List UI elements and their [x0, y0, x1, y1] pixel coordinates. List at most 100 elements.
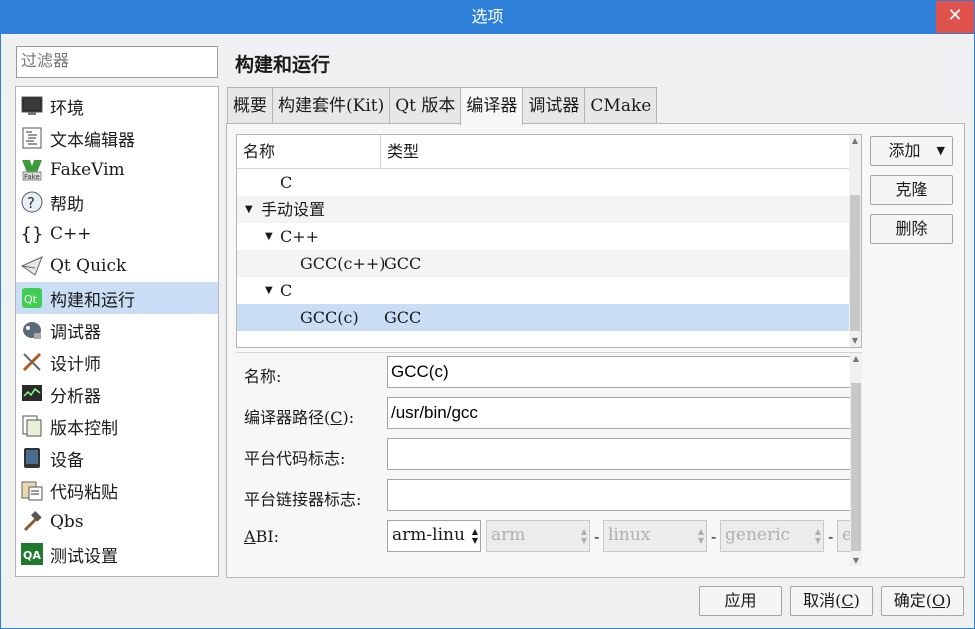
- category-test-settings[interactable]: QA 测试设置: [16, 538, 218, 570]
- abi-architecture-select: arm ▲ ▼: [486, 520, 590, 552]
- category-label: 构建和运行: [50, 290, 135, 311]
- svg-text:?: ?: [27, 194, 35, 212]
- qa-icon: QA: [20, 542, 44, 566]
- scroll-down-icon[interactable]: ▼: [850, 555, 862, 566]
- add-button[interactable]: 添加 ▼: [870, 136, 953, 166]
- header-name[interactable]: 名称: [237, 135, 381, 169]
- tree-row[interactable]: ▼ C: [237, 277, 849, 304]
- help-icon: ?: [20, 190, 44, 214]
- close-icon: ✕: [947, 5, 963, 26]
- abi-label: ABI:: [244, 527, 280, 546]
- scroll-down-icon[interactable]: ▼: [849, 335, 861, 347]
- hammer-icon: [20, 510, 44, 534]
- category-text-editor[interactable]: 文本编辑器: [16, 122, 218, 154]
- braces-icon: {}: [20, 223, 44, 245]
- category-code-paste[interactable]: 代码粘贴: [16, 474, 218, 506]
- abi-os-value: linux: [608, 525, 651, 545]
- tree-row-name: C++: [280, 227, 320, 246]
- analyzer-icon: [20, 382, 44, 406]
- monitor-icon: [20, 94, 44, 118]
- category-environment[interactable]: 环境: [16, 90, 218, 122]
- category-cpp[interactable]: {} C++: [16, 218, 218, 250]
- abi-select-value: arm-linu: [392, 525, 465, 545]
- tab-debuggers[interactable]: 调试器: [522, 87, 586, 124]
- abi-select[interactable]: arm-linu ▲ ▼: [387, 520, 481, 552]
- abi-architecture-value: arm: [491, 525, 526, 545]
- scroll-thumb[interactable]: [851, 383, 861, 551]
- text-editor-icon: [20, 126, 44, 150]
- tree-row-name: GCC(c++): [300, 254, 386, 273]
- close-button[interactable]: ✕: [936, 1, 974, 33]
- expand-arrow-icon[interactable]: ▼: [265, 223, 273, 250]
- category-label: 帮助: [50, 194, 84, 215]
- tab-qt-versions[interactable]: Qt 版本: [389, 87, 462, 124]
- svg-text:Fake: Fake: [24, 173, 40, 181]
- remove-button[interactable]: 删除: [870, 214, 953, 244]
- category-fakevim[interactable]: Fake FakeVim: [16, 154, 218, 186]
- clone-button[interactable]: 克隆: [870, 175, 953, 205]
- details-scrollbar[interactable]: ▲ ▼: [850, 353, 862, 566]
- cancel-button[interactable]: 取消(C): [790, 586, 873, 616]
- version-control-icon: [20, 414, 44, 438]
- scroll-up-icon[interactable]: ▲: [850, 353, 862, 365]
- tab-bar: 概要 构建套件(Kit) Qt 版本 编译器 调试器 CMake: [227, 87, 658, 125]
- compiler-path-label: 编译器路径(C):: [244, 408, 355, 427]
- tree-row[interactable]: C: [237, 169, 849, 196]
- svg-text:Qt: Qt: [24, 293, 38, 306]
- category-help[interactable]: ? 帮助: [16, 186, 218, 218]
- tab-compilers[interactable]: 编译器: [460, 87, 524, 125]
- category-label: 文本编辑器: [50, 130, 135, 151]
- tree-header: 名称 类型: [237, 135, 849, 169]
- fakevim-icon: Fake: [20, 158, 44, 182]
- apply-button[interactable]: 应用: [699, 586, 782, 616]
- tree-row[interactable]: ▼ 手动设置: [237, 196, 849, 223]
- platform-code-flags-label: 平台代码标志:: [244, 449, 346, 468]
- tab-kits[interactable]: 构建套件(Kit): [272, 87, 391, 124]
- name-field[interactable]: [387, 356, 857, 388]
- category-label: 设备: [50, 450, 84, 471]
- platform-code-flags-field[interactable]: [387, 438, 857, 470]
- expand-arrow-icon[interactable]: ▼: [245, 196, 253, 223]
- paper-plane-icon: [20, 254, 44, 278]
- category-analyzer[interactable]: 分析器: [16, 378, 218, 410]
- scroll-thumb[interactable]: [850, 195, 860, 331]
- expand-arrow-icon[interactable]: ▼: [265, 277, 273, 304]
- tree-scrollbar[interactable]: ▲ ▼: [849, 135, 861, 347]
- page-title: 构建和运行: [235, 54, 331, 76]
- category-label: 调试器: [50, 322, 101, 343]
- ok-button[interactable]: 确定(O): [881, 586, 964, 616]
- category-build-run[interactable]: Qt 构建和运行: [16, 282, 218, 314]
- category-designer[interactable]: 设计师: [16, 346, 218, 378]
- compiler-path-field[interactable]: [387, 397, 857, 429]
- separator-dash: -: [711, 527, 717, 546]
- category-qt-quick[interactable]: Qt Quick: [16, 250, 218, 282]
- code-paste-icon: [20, 478, 44, 502]
- platform-linker-flags-field[interactable]: [387, 479, 857, 511]
- debugger-icon: [20, 318, 44, 342]
- add-button-label: 添加: [888, 141, 921, 160]
- category-label: FakeVim: [50, 160, 125, 180]
- category-label: 环境: [50, 98, 84, 119]
- category-label: Qt Quick: [50, 256, 127, 276]
- header-type[interactable]: 类型: [381, 135, 419, 169]
- tab-general[interactable]: 概要: [227, 87, 273, 124]
- category-version-control[interactable]: 版本控制: [16, 410, 218, 442]
- tree-row[interactable]: ▼ C++: [237, 223, 849, 250]
- tree-row-selected[interactable]: GCC(c) GCC: [237, 304, 849, 331]
- device-icon: [20, 446, 44, 470]
- scroll-up-icon[interactable]: ▲: [849, 135, 861, 147]
- category-qbs[interactable]: Qbs: [16, 506, 218, 538]
- category-devices[interactable]: 设备: [16, 442, 218, 474]
- category-label: C++: [50, 224, 92, 244]
- category-label: 代码粘贴: [50, 482, 118, 503]
- category-label: 分析器: [50, 386, 101, 407]
- category-debugger[interactable]: 调试器: [16, 314, 218, 346]
- tree-row[interactable]: GCC(c++) GCC: [237, 250, 849, 277]
- abi-flavor-select: generic ▲ ▼: [720, 520, 824, 552]
- dropdown-arrow-icon: ▼: [936, 144, 945, 157]
- spin-arrows-icon: ▲ ▼: [697, 527, 704, 545]
- svg-text:QA: QA: [23, 549, 41, 562]
- filter-input[interactable]: [16, 46, 218, 78]
- tab-cmake[interactable]: CMake: [584, 87, 658, 124]
- tree-row-name: C: [280, 173, 293, 192]
